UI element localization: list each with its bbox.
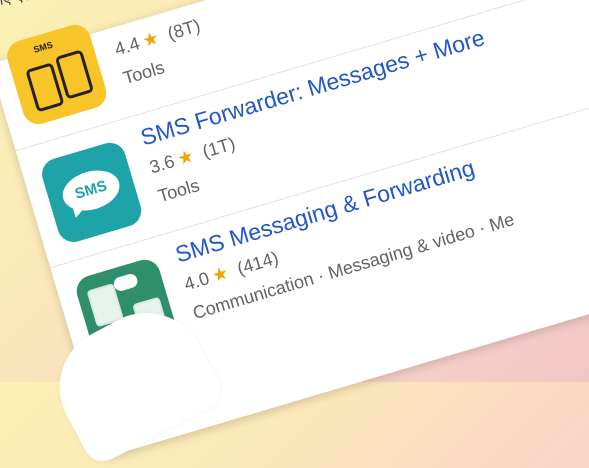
sms-phones-icon[interactable]: SMS bbox=[3, 21, 111, 128]
star-icon: ★ bbox=[209, 262, 231, 287]
app-category: Tools bbox=[155, 175, 202, 207]
app-rating: 4.4 bbox=[112, 33, 142, 60]
app-rating-row: 4.4★ (8T) bbox=[112, 15, 203, 60]
star-icon: ★ bbox=[140, 27, 162, 52]
app-category: Tools bbox=[120, 57, 167, 89]
app-review-count: (8T) bbox=[165, 15, 203, 44]
app-review-count: (414) bbox=[234, 247, 281, 279]
sms-tag-label: SMS bbox=[32, 39, 54, 55]
app-rating: 4.0 bbox=[181, 268, 212, 295]
app-rating: 3.6 bbox=[147, 151, 177, 178]
sms-bubble-icon[interactable]: SMS bbox=[38, 138, 146, 246]
app-review-count: (1T) bbox=[200, 133, 238, 162]
star-icon: ★ bbox=[175, 145, 197, 170]
